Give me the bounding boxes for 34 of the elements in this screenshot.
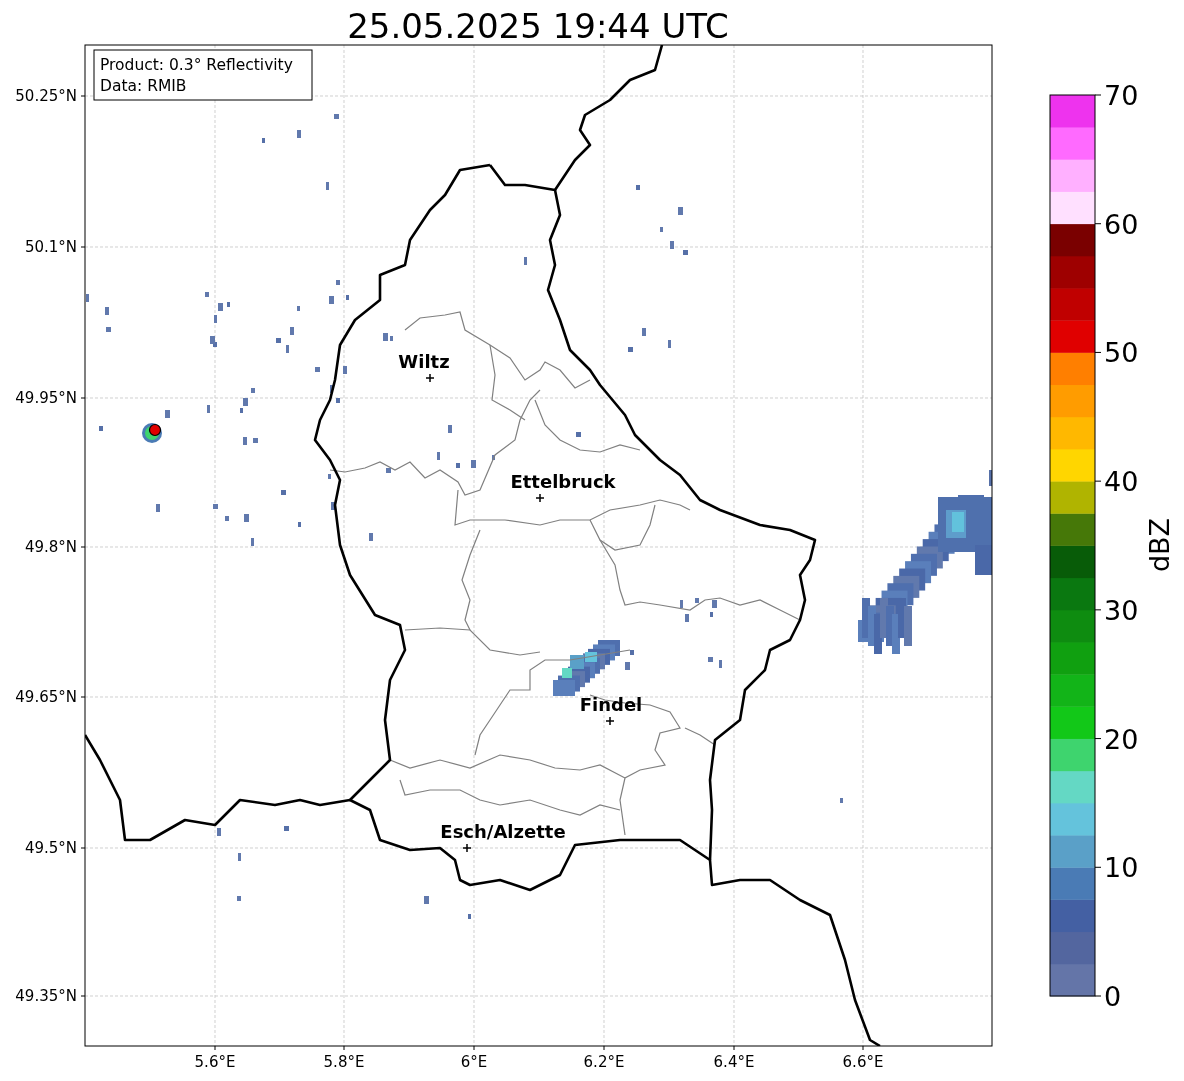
info-text: Data: RMIB — [100, 77, 187, 95]
city-marker — [535, 493, 545, 503]
longitude-label: 6.4°E — [713, 1053, 755, 1071]
info-text: Product: 0.3° Reflectivity — [100, 56, 293, 74]
latitude-label: 49.8°N — [24, 538, 77, 556]
city-marker — [605, 716, 615, 726]
colorbar-tick-label: 20 — [1104, 723, 1139, 755]
longitude-label: 6.2°E — [583, 1053, 625, 1071]
latitude-label: 49.35°N — [15, 987, 77, 1005]
colorbar-label: dBZ — [1144, 517, 1175, 573]
colorbar-tick-label: 60 — [1104, 208, 1139, 240]
longitude-label: 6.6°E — [842, 1053, 884, 1071]
colorbar-tick-label: 50 — [1104, 337, 1139, 369]
colorbar-tick-label: 30 — [1104, 594, 1139, 626]
colorbar-tick-label: 40 — [1104, 466, 1139, 498]
longitude-label: 5.6°E — [194, 1053, 236, 1071]
latitude-label: 50.25°N — [15, 87, 77, 105]
city-marker — [462, 843, 472, 853]
city-label: Ettelbruck — [510, 471, 616, 492]
colorbar-tick-label: 70 — [1104, 80, 1139, 111]
colorbar-tick-label: 0 — [1104, 981, 1122, 1012]
latitude-label: 50.1°N — [24, 238, 77, 256]
city-label: Findel — [579, 694, 643, 715]
city-label: Esch/Alzette — [440, 821, 566, 842]
latitude-label: 49.65°N — [15, 688, 77, 706]
latitude-label: 49.5°N — [24, 839, 77, 857]
longitude-label: 5.8°E — [323, 1053, 365, 1071]
chart-title: 25.05.2025 19:44 UTC — [347, 6, 729, 46]
city-marker — [425, 373, 435, 383]
city-label: Wiltz — [398, 351, 450, 372]
colorbar-tick-label: 10 — [1104, 852, 1139, 884]
radar-site-marker — [148, 423, 162, 437]
latitude-label: 49.95°N — [15, 389, 77, 407]
longitude-label: 6°E — [460, 1053, 488, 1071]
